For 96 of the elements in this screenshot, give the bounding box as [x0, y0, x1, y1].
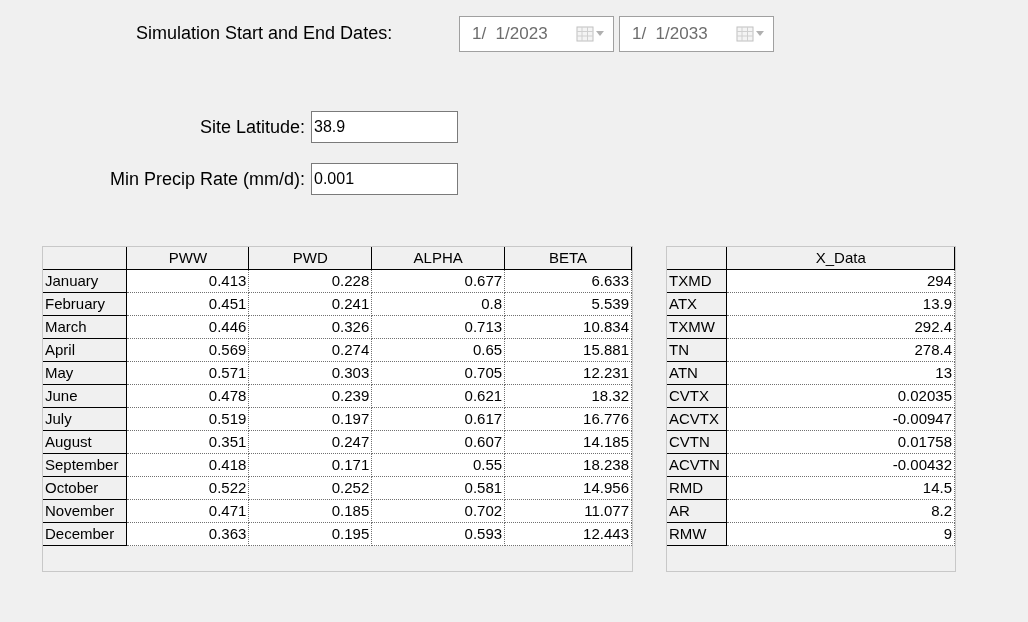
table-cell: 0.581	[371, 476, 505, 500]
column-header[interactable]: X_Data	[726, 247, 955, 270]
table-cell: 12.443	[504, 522, 632, 546]
column-header[interactable]: ALPHA	[371, 247, 505, 270]
table-cell: 0.519	[127, 407, 249, 431]
row-header: CVTN	[667, 430, 727, 454]
calendar-dropdown-icon	[576, 26, 605, 42]
table-cell: 0.478	[127, 384, 249, 408]
table-cell: 0.241	[248, 292, 372, 316]
table-cell: 0.702	[371, 499, 505, 523]
table-cell: 14.956	[504, 476, 632, 500]
table-cell: 18.32	[504, 384, 632, 408]
row-header: October	[43, 476, 127, 500]
table-cell: 294	[726, 269, 955, 293]
table-cell: 0.351	[127, 430, 249, 454]
calendar-dropdown-icon	[736, 26, 765, 42]
row-header: RMW	[667, 522, 727, 546]
table-cell: 0.413	[127, 269, 249, 293]
row-header: September	[43, 453, 127, 477]
input-field[interactable]: 0.001	[311, 163, 458, 195]
table-cell: -0.00947	[726, 407, 955, 431]
table-cell: 0.02035	[726, 384, 955, 408]
table-cell: 0.195	[248, 522, 372, 546]
row-header: November	[43, 499, 127, 523]
table-cell: 0.713	[371, 315, 505, 339]
row-header: RMD	[667, 476, 727, 500]
table-cell: 0.171	[248, 453, 372, 477]
column-header[interactable]: PWW	[127, 247, 249, 270]
table-cell: 0.471	[127, 499, 249, 523]
table-cell: 0.303	[248, 361, 372, 385]
table-cell: 0.274	[248, 338, 372, 362]
table-cell: 0.593	[371, 522, 505, 546]
input-field[interactable]: 38.9	[311, 111, 458, 143]
table-cell: 292.4	[726, 315, 955, 339]
table-cell: 11.077	[504, 499, 632, 523]
table-cell: 12.231	[504, 361, 632, 385]
table-cell: 16.776	[504, 407, 632, 431]
row-header: ATN	[667, 361, 727, 385]
column-header[interactable]: PWD	[248, 247, 372, 270]
table-cell: 13.9	[726, 292, 955, 316]
table-cell: 0.65	[371, 338, 505, 362]
table-cell: 0.252	[248, 476, 372, 500]
table-cell: 0.607	[371, 430, 505, 454]
row-header: June	[43, 384, 127, 408]
table-cell: 0.522	[127, 476, 249, 500]
table-cell: 5.539	[504, 292, 632, 316]
row-header: July	[43, 407, 127, 431]
row-header: May	[43, 361, 127, 385]
table-cell: 0.326	[248, 315, 372, 339]
dates-label: Simulation Start and End Dates:	[136, 22, 393, 45]
table-cell: 0.239	[248, 384, 372, 408]
row-header: August	[43, 430, 127, 454]
row-header: ACVTN	[667, 453, 727, 477]
table-cell: 10.834	[504, 315, 632, 339]
table-cell: 0.8	[371, 292, 505, 316]
table-cell: 278.4	[726, 338, 955, 362]
table-cell: 0.228	[248, 269, 372, 293]
column-header[interactable]: BETA	[504, 247, 632, 270]
row-header: April	[43, 338, 127, 362]
row-header: December	[43, 522, 127, 546]
table-cell: 0.621	[371, 384, 505, 408]
row-header: TXMD	[667, 269, 727, 293]
field-label: Min Precip Rate (mm/d):	[108, 167, 306, 191]
table-cell: 18.238	[504, 453, 632, 477]
row-header: CVTX	[667, 384, 727, 408]
table-cell: -0.00432	[726, 453, 955, 477]
table-cell: 0.569	[127, 338, 249, 362]
table-cell: 0.571	[127, 361, 249, 385]
row-header: TN	[667, 338, 727, 362]
row-header: March	[43, 315, 127, 339]
row-header: ATX	[667, 292, 727, 316]
row-header: ACVTX	[667, 407, 727, 431]
table-cell: 13	[726, 361, 955, 385]
table-cell: 14.185	[504, 430, 632, 454]
row-header: February	[43, 292, 127, 316]
table-cell: 6.633	[504, 269, 632, 293]
table-cell: 0.418	[127, 453, 249, 477]
table-cell: 0.446	[127, 315, 249, 339]
table-cell: 0.677	[371, 269, 505, 293]
table-cell: 0.01758	[726, 430, 955, 454]
row-header: AR	[667, 499, 727, 523]
table-cell: 0.617	[371, 407, 505, 431]
field-label: Site Latitude:	[198, 115, 306, 139]
row-header: TXMW	[667, 315, 727, 339]
row-header: January	[43, 269, 127, 293]
table-cell: 0.185	[248, 499, 372, 523]
table-cell: 9	[726, 522, 955, 546]
table-cell: 0.55	[371, 453, 505, 477]
table-cell: 0.705	[371, 361, 505, 385]
table-cell: 0.197	[248, 407, 372, 431]
table-cell: 0.247	[248, 430, 372, 454]
table-cell: 15.881	[504, 338, 632, 362]
table-cell: 14.5	[726, 476, 955, 500]
table-cell: 8.2	[726, 499, 955, 523]
table-cell: 0.451	[127, 292, 249, 316]
table-cell: 0.363	[127, 522, 249, 546]
